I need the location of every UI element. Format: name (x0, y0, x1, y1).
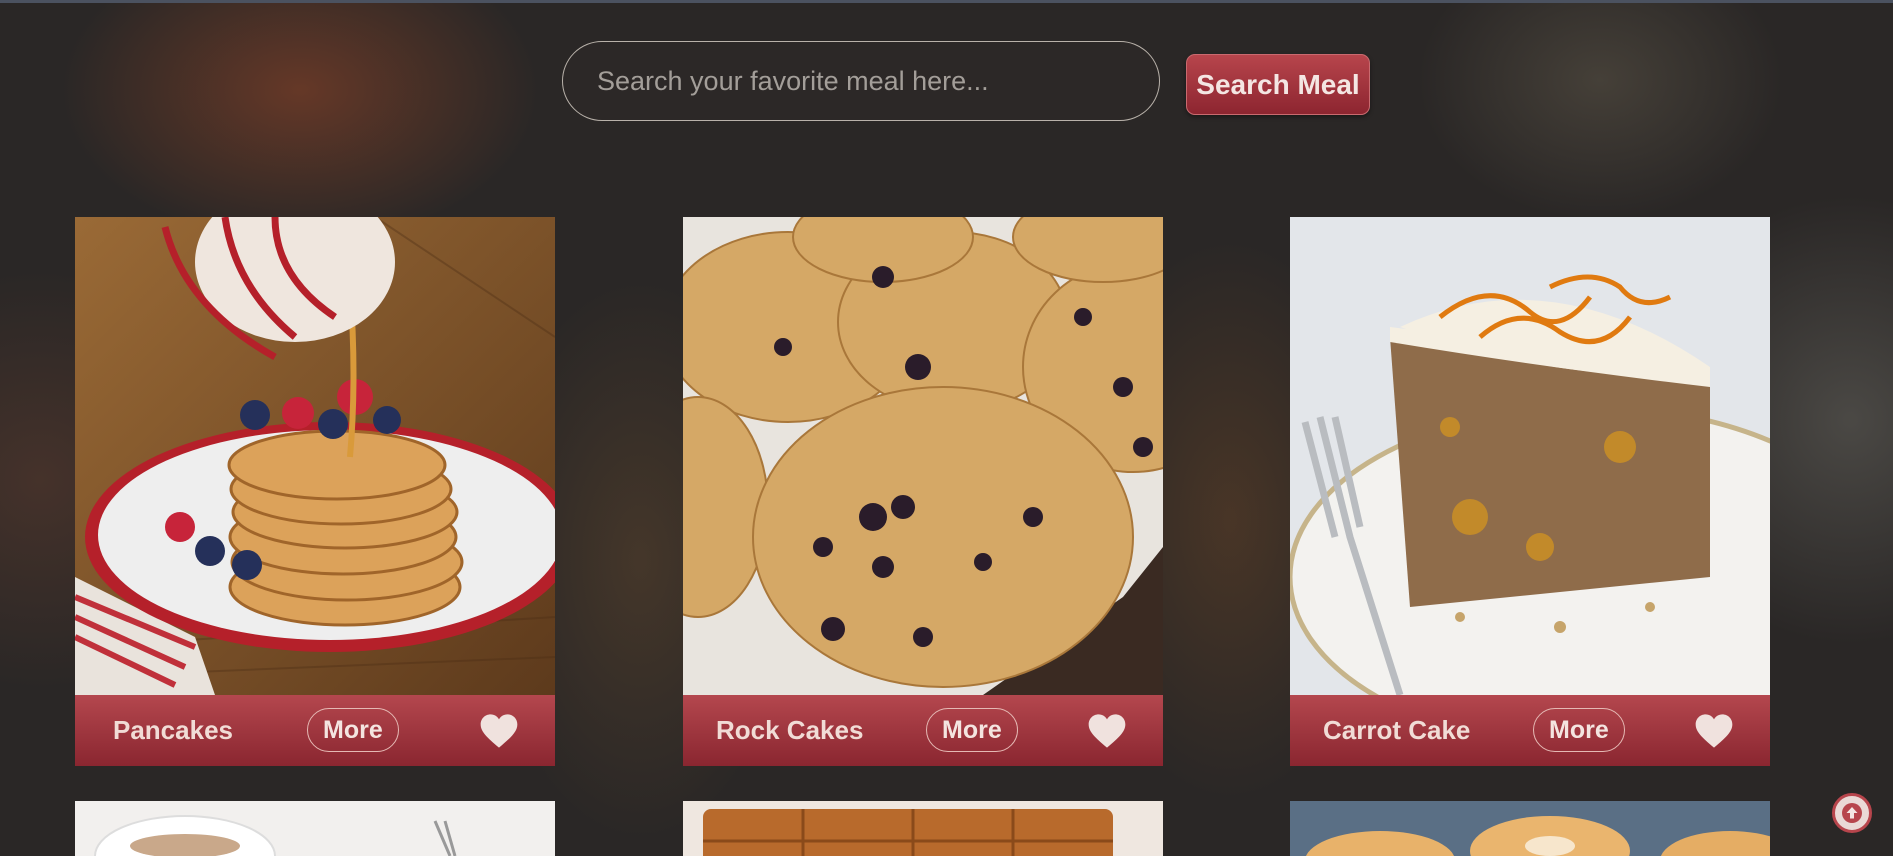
meal-image-carrot-cake[interactable] (1290, 217, 1770, 695)
meal-name: Carrot Cake (1323, 715, 1471, 745)
meal-card-footer: Carrot Cake More (1290, 695, 1770, 766)
heart-icon[interactable] (479, 712, 519, 750)
meal-card-pancakes: Pancakes More (75, 217, 555, 766)
meal-image-pancakes[interactable] (75, 217, 555, 695)
heart-icon[interactable] (1087, 712, 1127, 750)
window-top-border (0, 0, 1893, 3)
search-meal-button[interactable]: Search Meal (1186, 54, 1370, 115)
meal-card-footer: Pancakes More (75, 695, 555, 766)
arrow-up-circle-icon (1842, 803, 1862, 823)
meal-image-rock-cakes[interactable] (683, 217, 1163, 695)
more-button[interactable]: More (307, 708, 399, 752)
more-button[interactable]: More (926, 708, 1018, 752)
heart-icon[interactable] (1694, 712, 1734, 750)
meal-card-partial[interactable] (683, 801, 1163, 856)
search-bar (562, 41, 1160, 121)
meal-card-carrot-cake: Carrot Cake More (1290, 217, 1770, 766)
scroll-to-top-button[interactable] (1832, 793, 1872, 833)
meal-card-partial[interactable] (75, 801, 555, 856)
meal-name: Rock Cakes (716, 715, 864, 745)
search-input[interactable] (562, 41, 1160, 121)
meal-card-partial[interactable] (1290, 801, 1770, 856)
meal-card-footer: Rock Cakes More (683, 695, 1163, 766)
more-button[interactable]: More (1533, 708, 1625, 752)
meal-card-rock-cakes: Rock Cakes More (683, 217, 1163, 766)
meal-name: Pancakes (113, 715, 233, 745)
